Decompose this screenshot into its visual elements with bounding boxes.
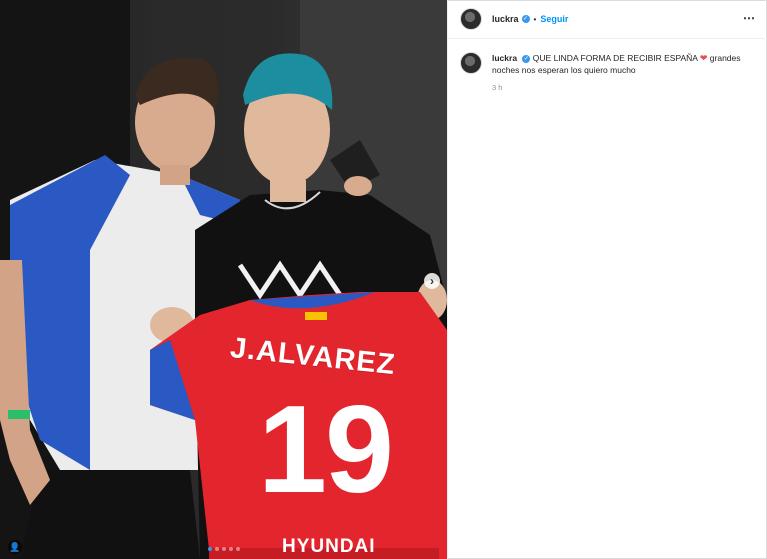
- post-side-panel: luckra ✓ • Seguir ⋯ luckra ✓ QUE LINDA F…: [447, 0, 767, 559]
- follow-button[interactable]: Seguir: [540, 14, 568, 24]
- carousel-indicator: [208, 547, 240, 551]
- avatar[interactable]: [460, 8, 482, 30]
- jersey-number-text: 19: [258, 381, 394, 519]
- carousel-dot: [208, 547, 212, 551]
- jersey-sponsor-text: HYUNDAI: [282, 536, 376, 557]
- carousel-dot: [215, 547, 219, 551]
- chevron-right-icon: ›: [430, 274, 434, 288]
- separator-dot: •: [533, 14, 537, 24]
- carousel-dot: [229, 547, 233, 551]
- post-caption: luckra ✓ QUE LINDA FORMA DE RECIBIR ESPA…: [460, 52, 750, 94]
- caption-body: luckra ✓ QUE LINDA FORMA DE RECIBIR ESPA…: [492, 52, 750, 94]
- post-timestamp[interactable]: 3 h: [492, 82, 750, 94]
- more-options-icon[interactable]: ⋯: [743, 11, 756, 25]
- header-username[interactable]: luckra: [492, 14, 519, 24]
- verified-icon: ✓: [521, 15, 530, 23]
- verified-icon: ✓: [522, 54, 531, 63]
- caption-text-part1: QUE LINDA FORMA DE RECIBIR ESPAÑA: [532, 53, 698, 63]
- carousel-dot: [222, 547, 226, 551]
- post-header: luckra ✓ • Seguir ⋯: [448, 0, 767, 39]
- caption-username[interactable]: luckra: [492, 53, 517, 63]
- next-image-button[interactable]: ›: [424, 273, 440, 289]
- caption-avatar[interactable]: [460, 52, 482, 74]
- heart-emoji-icon: ❤: [699, 53, 708, 63]
- tagged-users-button[interactable]: 👤: [8, 540, 22, 554]
- post-photo[interactable]: J.ALVAREZ 19 HYUNDAI › 👤: [0, 0, 447, 559]
- carousel-dot: [236, 547, 240, 551]
- user-icon: 👤: [9, 542, 21, 552]
